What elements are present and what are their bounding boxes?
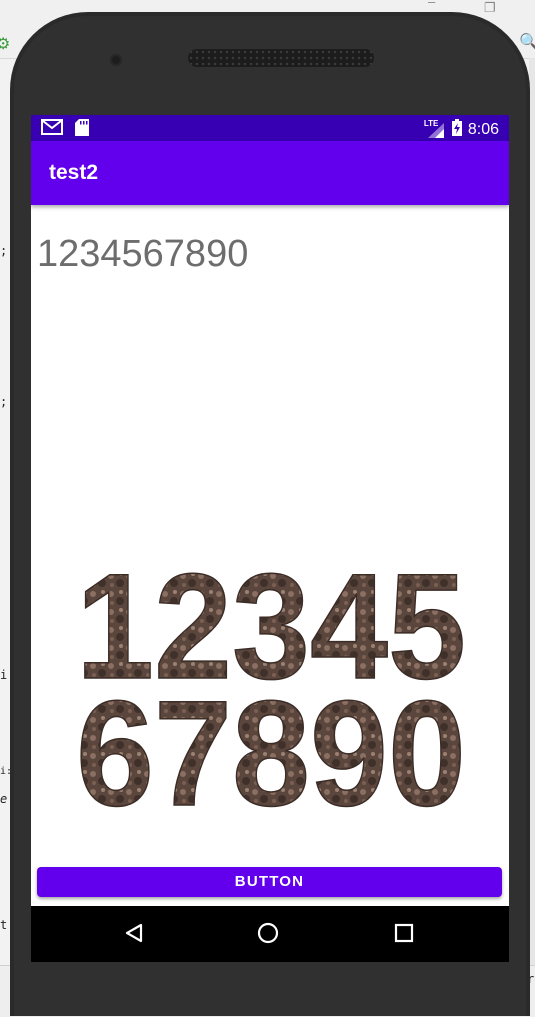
- ide-code-mark: ;: [0, 244, 8, 258]
- settings-gear-icon[interactable]: ⚙: [0, 34, 10, 54]
- front-camera: [110, 54, 122, 66]
- search-icon[interactable]: 🔍: [519, 32, 535, 52]
- app-bar: test2: [31, 141, 509, 205]
- ide-code-mark: ;: [0, 395, 8, 409]
- number-text-view: 1234567890: [37, 233, 249, 275]
- ide-code-mark: t: [0, 918, 8, 932]
- digits-image: 12345 67890: [71, 541, 471, 838]
- home-icon[interactable]: [257, 922, 279, 949]
- digits-row-2: 67890: [76, 669, 466, 823]
- restore-window-icon[interactable]: ❐: [484, 0, 496, 16]
- status-bar: LTE 8:06: [31, 115, 509, 141]
- minimize-window-icon[interactable]: –: [428, 0, 435, 9]
- earpiece-speaker: [188, 49, 374, 67]
- back-icon[interactable]: [123, 922, 145, 949]
- gmail-icon: [41, 119, 63, 141]
- battery-icon: [451, 119, 462, 141]
- ide-code-mark: e: [0, 792, 8, 806]
- clock: 8:06: [467, 121, 499, 138]
- sd-card-icon: [75, 119, 89, 141]
- device-screen: LTE 8:06 test2 1234567890 12345 67890 BU…: [31, 115, 509, 962]
- navigation-bar: [31, 906, 509, 962]
- lte-signal-icon: LTE: [424, 119, 446, 139]
- recents-icon[interactable]: [393, 922, 415, 949]
- app-title: test2: [49, 161, 99, 184]
- primary-button[interactable]: BUTTON: [37, 867, 502, 897]
